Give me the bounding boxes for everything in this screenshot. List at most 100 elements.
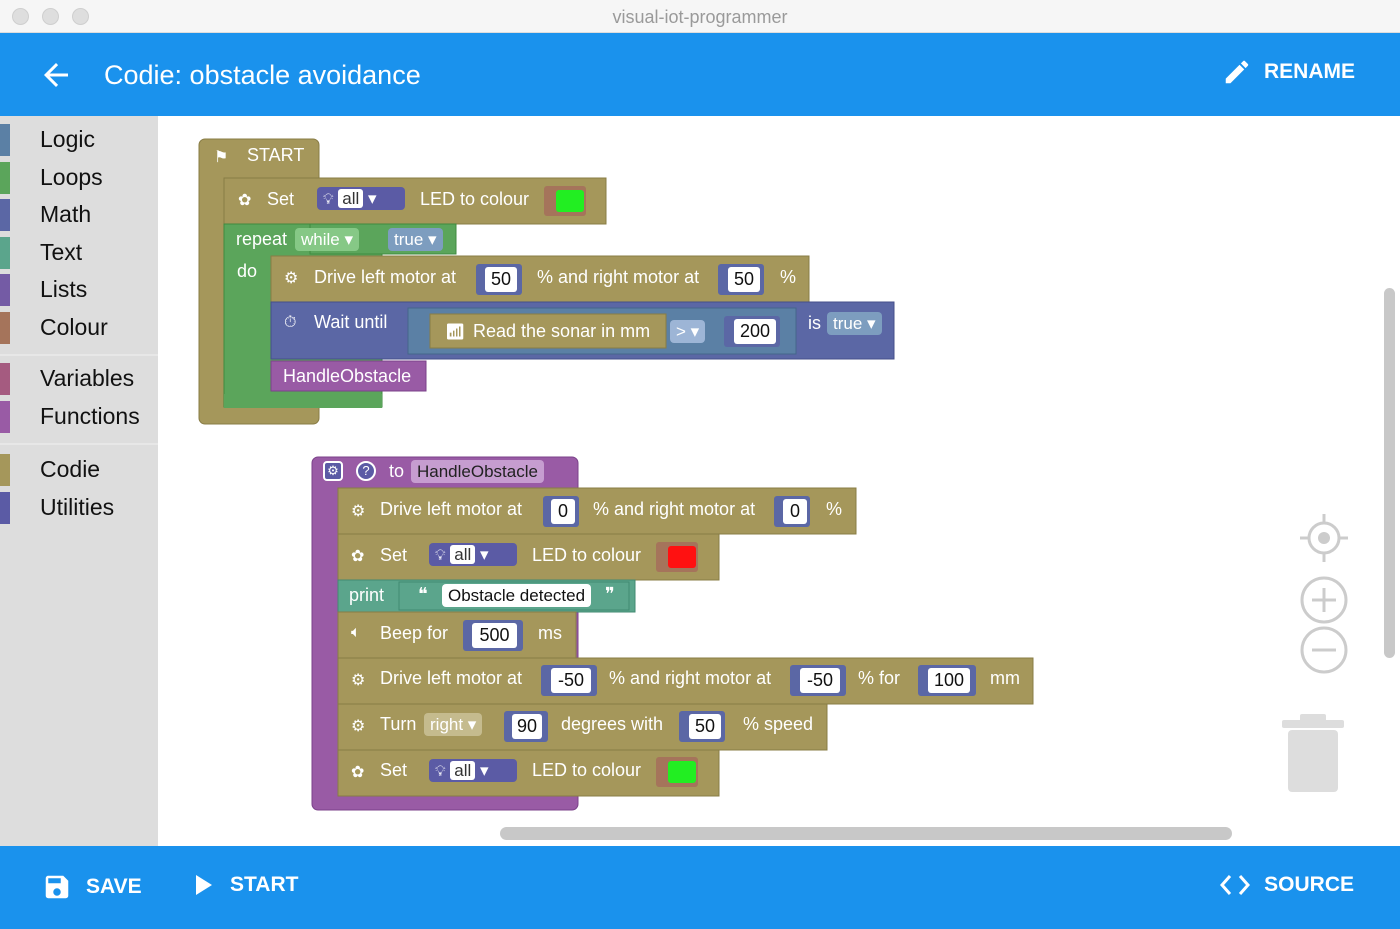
gear-icon: ⚙ — [284, 270, 299, 287]
category-utilities[interactable]: Utilities — [0, 489, 158, 527]
degrees-field[interactable]: 90 — [512, 714, 542, 739]
category-functions[interactable]: Functions — [0, 398, 158, 436]
led-to-colour-label: LED to colour — [532, 545, 642, 565]
palette-icon: ✿ — [238, 192, 252, 209]
page-title: Codie: obstacle avoidance — [104, 60, 421, 90]
rename-button[interactable]: RENAME — [1222, 57, 1355, 87]
category-loops[interactable]: Loops — [0, 159, 158, 197]
category-label: Codie — [40, 456, 101, 483]
colour-swatch-green[interactable] — [556, 190, 584, 212]
horizontal-scrollbar[interactable] — [500, 827, 1232, 840]
right-speed-field[interactable]: -50 — [800, 668, 840, 693]
led-to-colour-label: LED to colour — [532, 760, 642, 780]
sonar-icon: 📶︎ — [445, 324, 466, 341]
read-sonar-label: Read the sonar in mm — [473, 321, 651, 341]
block-workspace[interactable]: ⚑ START ✿ Set 💡︎ all ▾ LED to colour rep… — [158, 116, 1400, 846]
category-label: Variables — [40, 365, 135, 392]
right-speed-field[interactable]: 0 — [783, 499, 807, 524]
percent-label: % — [826, 499, 843, 519]
back-arrow-icon[interactable] — [38, 57, 74, 93]
zoom-in-icon[interactable] — [1300, 576, 1348, 624]
category-math[interactable]: Math — [0, 196, 158, 234]
true-dropdown[interactable]: true ▾ — [388, 228, 443, 251]
play-icon — [196, 875, 212, 895]
start-label: START — [230, 873, 299, 896]
do-label: do — [237, 261, 258, 281]
speaker-icon: 🔈︎ — [351, 624, 361, 641]
to-label: to — [389, 461, 405, 481]
left-speed-field[interactable]: -50 — [551, 668, 591, 693]
start-block-label: START — [247, 145, 305, 165]
comparison-dropdown[interactable]: > ▾ — [670, 320, 706, 343]
turn-label: Turn — [380, 714, 417, 734]
code-brackets-icon — [1220, 875, 1251, 895]
floppy-disk-icon — [45, 875, 69, 899]
category-colour[interactable]: Colour — [0, 309, 158, 347]
start-button[interactable]: START — [192, 872, 298, 898]
vertical-scrollbar[interactable] — [1384, 288, 1395, 658]
distance-field[interactable]: 100 — [928, 668, 970, 693]
set-label: Set — [267, 189, 295, 209]
set-label: Set — [380, 760, 408, 780]
gear-icon: ⚙ — [351, 718, 366, 735]
is-true-dropdown[interactable]: true ▾ — [827, 312, 882, 335]
procedure-name-field[interactable]: HandleObstacle — [411, 460, 544, 483]
window-titlebar: visual-iot-programmer — [0, 0, 1400, 33]
turn-speed-field[interactable]: 50 — [689, 714, 721, 739]
rename-label: RENAME — [1263, 60, 1355, 83]
right-motor-label: % and right motor at — [593, 499, 756, 519]
percent-speed-label: % speed — [743, 714, 814, 734]
category-label: Lists — [40, 276, 88, 303]
is-label: is — [808, 313, 821, 333]
right-motor-label: % and right motor at — [609, 668, 772, 688]
close-quote-icon: ❞ — [605, 584, 615, 604]
app-header: Codie: obstacle avoidance RENAME — [0, 33, 1400, 116]
block-shapes — [198, 138, 1034, 811]
mm-label: mm — [990, 668, 1020, 688]
while-dropdown[interactable]: while ▾ — [295, 228, 360, 251]
trash-icon[interactable] — [1280, 712, 1346, 794]
category-variables[interactable]: Variables — [0, 360, 158, 398]
colour-swatch-red[interactable] — [668, 546, 696, 568]
source-button[interactable]: SOURCE — [1220, 872, 1354, 898]
led-select-dropdown[interactable]: 💡︎ all ▾ — [429, 759, 517, 782]
set-label: Set — [380, 545, 408, 565]
print-text-field[interactable]: Obstacle detected — [442, 584, 592, 607]
category-logic[interactable]: Logic — [0, 121, 158, 159]
timer-icon: ⏱ — [284, 314, 297, 331]
beep-duration-field[interactable]: 500 — [472, 623, 517, 648]
distance-field[interactable]: 200 — [734, 319, 776, 344]
category-lists[interactable]: Lists — [0, 271, 158, 309]
app-footer: SAVE START SOURCE — [0, 846, 1400, 929]
led-select-dropdown[interactable]: 💡︎ all ▾ — [317, 187, 405, 210]
percent-for-label: % for — [858, 668, 901, 688]
help-icon[interactable]: ? — [356, 461, 376, 481]
category-separator — [0, 435, 158, 445]
flag-icon: ⚑ — [214, 149, 229, 166]
settings-gear-icon[interactable]: ⚙ — [323, 461, 343, 481]
left-speed-field[interactable]: 0 — [551, 499, 575, 524]
category-label: Functions — [40, 402, 140, 429]
colour-block — [544, 186, 586, 216]
recenter-icon[interactable] — [1298, 512, 1350, 564]
category-codie[interactable]: Codie — [0, 451, 158, 489]
direction-dropdown[interactable]: right ▾ — [424, 713, 483, 736]
gear-icon: ⚙ — [351, 503, 366, 520]
category-label: Loops — [40, 163, 103, 190]
category-separator — [0, 346, 158, 356]
category-text[interactable]: Text — [0, 234, 158, 272]
category-label: Colour — [40, 313, 108, 340]
left-speed-field[interactable]: 50 — [485, 267, 517, 292]
print-label: print — [349, 585, 385, 605]
save-button[interactable]: SAVE — [42, 872, 142, 902]
handle-obstacle-call[interactable]: HandleObstacle — [283, 366, 411, 387]
right-speed-field[interactable]: 50 — [728, 267, 760, 292]
right-motor-label: % and right motor at — [537, 267, 700, 287]
led-select-dropdown[interactable]: 💡︎ all ▾ — [429, 543, 517, 566]
zoom-out-icon[interactable] — [1300, 626, 1348, 674]
window-title: visual-iot-programmer — [612, 7, 788, 27]
gear-icon: ⚙ — [351, 672, 366, 689]
drive-label: Drive left motor at — [380, 668, 523, 688]
beep-for-label: Beep for — [380, 623, 449, 643]
colour-swatch-green[interactable] — [668, 761, 696, 783]
